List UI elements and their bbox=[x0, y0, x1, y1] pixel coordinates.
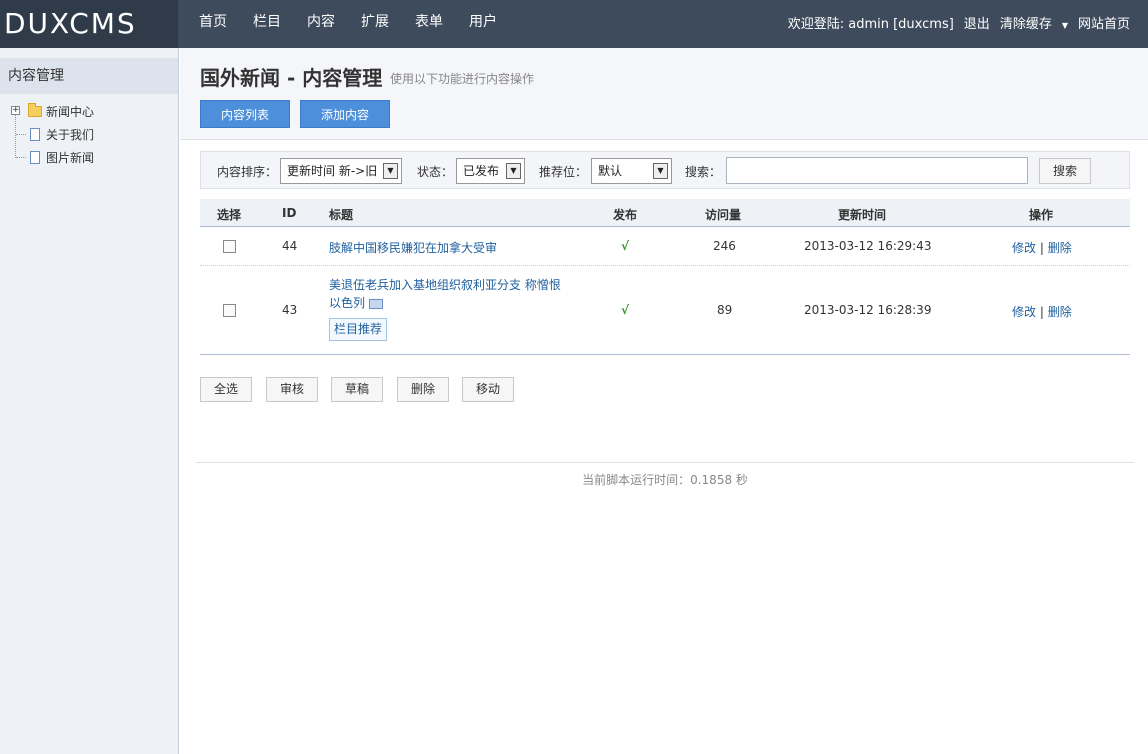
tab-content-list[interactable]: 内容列表 bbox=[200, 100, 290, 128]
image-icon bbox=[369, 298, 384, 309]
position-value: 默认 bbox=[598, 164, 623, 178]
column-header-views: 访问量 bbox=[705, 208, 742, 222]
sort-label: 内容排序： bbox=[217, 165, 278, 179]
logout-link[interactable]: 退出 bbox=[964, 13, 990, 32]
tree-connector bbox=[16, 134, 26, 135]
action-separator: | bbox=[1039, 305, 1044, 319]
row-title-link-continued[interactable]: 以色列 bbox=[329, 296, 365, 310]
column-header-published: 发布 bbox=[613, 208, 638, 222]
status-label: 状态： bbox=[417, 165, 454, 179]
recommend-tag[interactable]: 栏目推荐 bbox=[329, 318, 388, 341]
page-subtitle: 使用以下功能进行内容操作 bbox=[390, 72, 535, 86]
status-value: 已发布 bbox=[463, 164, 500, 178]
document-icon bbox=[30, 151, 40, 164]
search-label: 搜索： bbox=[685, 165, 722, 179]
logo[interactable]: DUXCMS bbox=[0, 0, 178, 48]
welcome-text: 欢迎登陆: admin [duxcms] bbox=[787, 16, 954, 32]
tree-connector bbox=[16, 157, 26, 158]
row-updated: 2013-03-12 16:29:43 bbox=[804, 239, 932, 253]
delete-link[interactable]: 删除 bbox=[1048, 241, 1072, 255]
column-header-id: ID bbox=[282, 206, 297, 220]
row-title-link[interactable]: 美退伍老兵加入基地组织叙利亚分支 称憎恨 bbox=[329, 278, 561, 292]
status-select[interactable]: 已发布 ▼ bbox=[456, 158, 525, 184]
dropdown-arrow-icon: ▼ bbox=[383, 163, 398, 179]
chevron-down-icon: ▼ bbox=[1061, 20, 1068, 30]
content-header: 国外新闻 - 内容管理 使用以下功能进行内容操作 内容列表 添加内容 bbox=[180, 48, 1148, 140]
search-button[interactable]: 搜索 bbox=[1039, 158, 1091, 184]
column-header-actions: 操作 bbox=[1029, 208, 1054, 222]
filter-bar: 内容排序： 更新时间 新->旧 ▼ 状态： 已发布 ▼ 推荐位： 默认 ▼ 搜索… bbox=[200, 151, 1130, 189]
dropdown-arrow-icon: ▼ bbox=[506, 163, 521, 179]
row-views: 89 bbox=[717, 303, 733, 317]
nav-item-home[interactable]: 首页 bbox=[186, 0, 240, 48]
table-row: 43 美退伍老兵加入基地组织叙利亚分支 称憎恨 以色列 栏目推荐 √ 89 20… bbox=[200, 266, 1130, 355]
nav-item-category[interactable]: 栏目 bbox=[240, 0, 294, 48]
top-bar: DUXCMS 首页 栏目 内容 扩展 表单 用户 欢迎登陆: admin [du… bbox=[0, 0, 1148, 48]
tree-item-about-us[interactable]: 关于我们 bbox=[10, 123, 178, 146]
sort-value: 更新时间 新->旧 bbox=[287, 164, 378, 178]
tab-add-content[interactable]: 添加内容 bbox=[300, 100, 390, 128]
content-table: 选择 ID 标题 发布 访问量 更新时间 操作 44 肢解中国移民嫌犯在加拿大受… bbox=[200, 199, 1130, 355]
nav-item-user[interactable]: 用户 bbox=[456, 0, 510, 48]
sort-select[interactable]: 更新时间 新->旧 ▼ bbox=[280, 158, 402, 184]
folder-icon bbox=[28, 103, 42, 117]
move-button[interactable]: 移动 bbox=[462, 377, 514, 402]
sidebar: 内容管理 + 新闻中心 关于我们 图片新闻 bbox=[0, 48, 179, 754]
clear-cache-menu[interactable]: 清除缓存 ▼ bbox=[1000, 13, 1068, 32]
published-check-icon[interactable]: √ bbox=[621, 303, 629, 317]
row-id: 44 bbox=[282, 239, 298, 253]
row-updated: 2013-03-12 16:28:39 bbox=[804, 303, 932, 317]
column-header-select: 选择 bbox=[217, 208, 242, 222]
dropdown-arrow-icon: ▼ bbox=[653, 163, 668, 179]
runtime-footer: 当前脚本运行时间：0.1858 秒 bbox=[582, 473, 748, 487]
page-title: 国外新闻 - 内容管理 bbox=[200, 66, 383, 90]
footer-divider bbox=[196, 462, 1134, 463]
audit-button[interactable]: 审核 bbox=[266, 377, 318, 402]
search-input[interactable] bbox=[726, 157, 1028, 184]
row-actions: 修改 | 删除 bbox=[1012, 303, 1072, 320]
site-home-link[interactable]: 网站首页 bbox=[1078, 13, 1130, 32]
delete-button[interactable]: 删除 bbox=[397, 377, 449, 402]
main-nav: 首页 栏目 内容 扩展 表单 用户 bbox=[186, 0, 510, 48]
tree-item-label: 关于我们 bbox=[46, 128, 95, 142]
edit-link[interactable]: 修改 bbox=[1012, 241, 1036, 255]
select-all-button[interactable]: 全选 bbox=[200, 377, 252, 402]
table-header: 选择 ID 标题 发布 访问量 更新时间 操作 bbox=[200, 199, 1130, 227]
column-header-updated: 更新时间 bbox=[838, 208, 887, 222]
table-row: 44 肢解中国移民嫌犯在加拿大受审 √ 246 2013-03-12 16:29… bbox=[200, 227, 1130, 266]
user-bar: 欢迎登陆: admin [duxcms] 退出 清除缓存 ▼ 网站首页 bbox=[778, 0, 1130, 44]
tree-item-photo-news[interactable]: 图片新闻 bbox=[10, 146, 178, 169]
draft-button[interactable]: 草稿 bbox=[331, 377, 383, 402]
row-title-block: 美退伍老兵加入基地组织叙利亚分支 称憎恨 以色列 bbox=[329, 276, 579, 312]
row-checkbox[interactable] bbox=[223, 240, 236, 253]
nav-item-form[interactable]: 表单 bbox=[402, 0, 456, 48]
nav-item-content[interactable]: 内容 bbox=[294, 0, 348, 48]
tree-item-news-center[interactable]: + 新闻中心 bbox=[10, 100, 178, 123]
position-select[interactable]: 默认 ▼ bbox=[591, 158, 672, 184]
position-label: 推荐位： bbox=[539, 165, 588, 179]
published-check-icon[interactable]: √ bbox=[621, 239, 629, 253]
row-title-link[interactable]: 肢解中国移民嫌犯在加拿大受审 bbox=[329, 239, 497, 256]
edit-link[interactable]: 修改 bbox=[1012, 305, 1036, 319]
sidebar-title[interactable]: 内容管理 bbox=[0, 58, 178, 94]
action-separator: | bbox=[1039, 241, 1044, 255]
category-tree: + 新闻中心 关于我们 图片新闻 bbox=[0, 100, 178, 169]
column-header-title: 标题 bbox=[329, 208, 354, 222]
delete-link[interactable]: 删除 bbox=[1048, 305, 1072, 319]
clear-cache-label: 清除缓存 bbox=[999, 16, 1052, 32]
tree-item-label: 图片新闻 bbox=[46, 151, 95, 165]
document-icon bbox=[30, 128, 40, 141]
row-actions: 修改 | 删除 bbox=[1012, 239, 1072, 256]
row-views: 246 bbox=[713, 239, 736, 253]
nav-item-extend[interactable]: 扩展 bbox=[348, 0, 402, 48]
tree-item-label: 新闻中心 bbox=[46, 105, 95, 119]
row-id: 43 bbox=[282, 303, 298, 317]
row-checkbox[interactable] bbox=[223, 304, 236, 317]
expand-icon[interactable]: + bbox=[11, 106, 20, 115]
